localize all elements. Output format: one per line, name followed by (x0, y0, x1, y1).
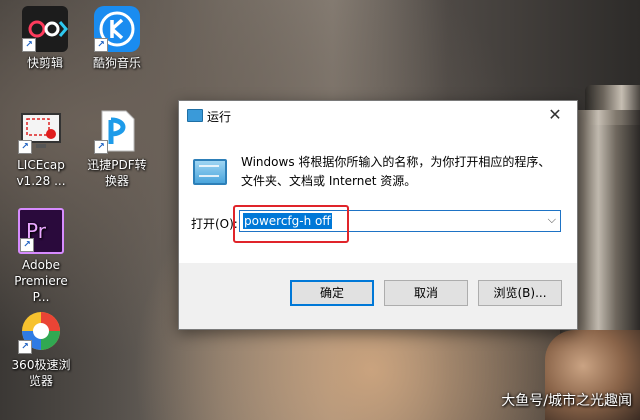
desktop-icon-label: Adobe Premiere P... (14, 258, 68, 304)
desktop-icon-premiere[interactable]: Pr ↗ Adobe Premiere P... (6, 208, 76, 305)
cancel-button[interactable]: 取消 (384, 280, 468, 306)
desktop-icon-licecap[interactable]: ↗ LICEcap v1.28 ... (6, 108, 76, 189)
xunjie-pdf-icon: ↗ (94, 108, 140, 154)
dialog-titlebar[interactable]: 运行 ✕ (179, 101, 577, 131)
shortcut-arrow-icon: ↗ (94, 38, 108, 52)
360-browser-icon: ↗ (18, 308, 64, 354)
run-dialog: 运行 ✕ Windows 将根据你所输入的名称，为你打开相应的程序、文件夹、文档… (178, 100, 578, 330)
run-program-icon (193, 159, 227, 185)
desktop-icon-360-browser[interactable]: ↗ 360极速浏览器 (6, 308, 76, 389)
kuaijianji-app-icon: ↗ (22, 6, 68, 52)
desktop-icon-kugou[interactable]: ↗ 酷狗音乐 (82, 6, 152, 71)
premiere-pro-icon: Pr ↗ (18, 208, 64, 254)
dialog-body: Windows 将根据你所输入的名称，为你打开相应的程序、文件夹、文档或 Int… (179, 131, 577, 263)
shortcut-arrow-icon: ↗ (18, 140, 32, 154)
red-highlight-box (233, 205, 349, 243)
desktop-icon-label: 快剪辑 (26, 56, 63, 70)
chevron-down-icon[interactable]: ⌵ (548, 213, 556, 227)
close-button[interactable]: ✕ (533, 101, 577, 131)
desktop-icon-kuaijianji[interactable]: ↗ 快剪辑 (10, 6, 80, 71)
dialog-description: Windows 将根据你所输入的名称，为你打开相应的程序、文件夹、文档或 Int… (241, 155, 551, 188)
shortcut-arrow-icon: ↗ (18, 340, 32, 354)
desktop-icon-label: 酷狗音乐 (92, 56, 141, 70)
licecap-icon: ↗ (18, 108, 64, 154)
shortcut-arrow-icon: ↗ (20, 238, 34, 252)
ok-button[interactable]: 确定 (290, 280, 374, 306)
browse-button[interactable]: 浏览(B)... (478, 280, 562, 306)
desktop-icon-label: 迅捷PDF转换器 (87, 158, 147, 188)
shortcut-arrow-icon: ↗ (22, 38, 36, 52)
watermark: 大鱼号/城市之光趣闻 (501, 393, 632, 409)
dialog-title: 运行 (207, 110, 232, 124)
open-label: 打开(O): (191, 217, 238, 231)
desktop-icon-xunjie-pdf[interactable]: ↗ 迅捷PDF转换器 (82, 108, 152, 189)
desktop-icon-label: LICEcap v1.28 ... (16, 158, 66, 188)
dialog-footer: 确定 取消 浏览(B)... (179, 263, 577, 329)
shortcut-arrow-icon: ↗ (94, 140, 108, 154)
run-icon (187, 109, 203, 122)
desktop-icon-label: 360极速浏览器 (11, 358, 71, 388)
kugou-music-icon: ↗ (94, 6, 140, 52)
